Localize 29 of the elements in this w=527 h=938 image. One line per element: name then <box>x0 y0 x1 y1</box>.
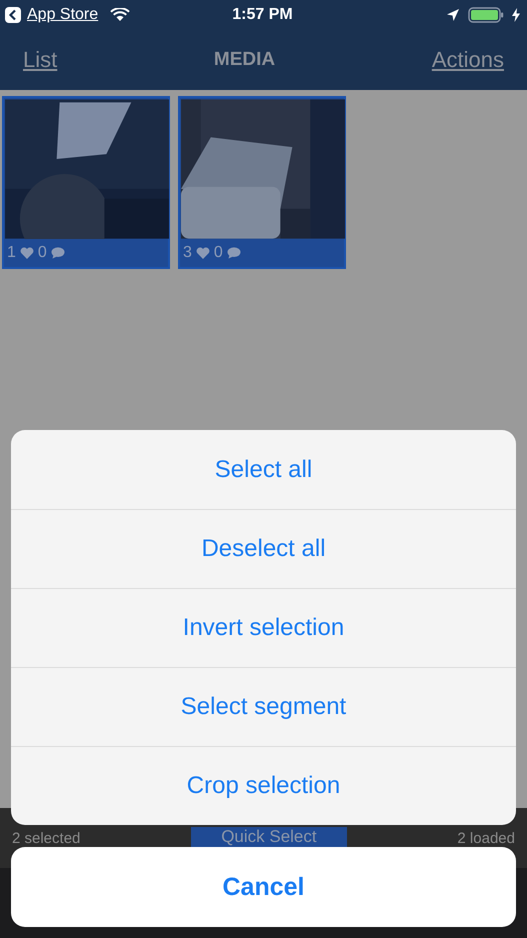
comment-icon <box>226 247 241 259</box>
comment-count: 0 <box>38 244 47 262</box>
back-icon <box>5 7 21 23</box>
action-item[interactable]: Deselect all <box>11 509 516 588</box>
action-item[interactable]: Crop selection <box>11 746 516 825</box>
comment-icon <box>50 247 65 259</box>
location-icon <box>446 8 460 22</box>
heart-icon <box>20 247 34 259</box>
actions-link[interactable]: Actions <box>432 47 504 73</box>
wifi-icon <box>110 8 130 22</box>
action-item[interactable]: Invert selection <box>11 588 516 667</box>
quick-select-button[interactable]: Quick Select <box>190 827 347 847</box>
cancel-button[interactable]: Cancel <box>11 847 516 927</box>
comment-count: 0 <box>214 244 223 262</box>
charging-icon <box>512 8 520 22</box>
media-tile[interactable]: 3 0 <box>178 96 346 269</box>
back-button[interactable]: App Store <box>5 6 98 24</box>
clock: 1:57 PM <box>232 6 293 24</box>
like-count: 1 <box>7 244 16 262</box>
battery-icon <box>468 7 504 23</box>
action-item[interactable]: Select segment <box>11 667 516 746</box>
media-tile[interactable]: 1 0 <box>2 96 170 269</box>
selected-count: 2 selected <box>12 830 80 847</box>
list-link[interactable]: List <box>23 47 58 73</box>
loaded-count: 2 loaded <box>457 830 515 847</box>
heart-icon <box>196 247 210 259</box>
like-count: 3 <box>183 244 192 262</box>
page-title: MEDIA <box>214 49 276 71</box>
action-item[interactable]: Select all <box>11 430 516 509</box>
